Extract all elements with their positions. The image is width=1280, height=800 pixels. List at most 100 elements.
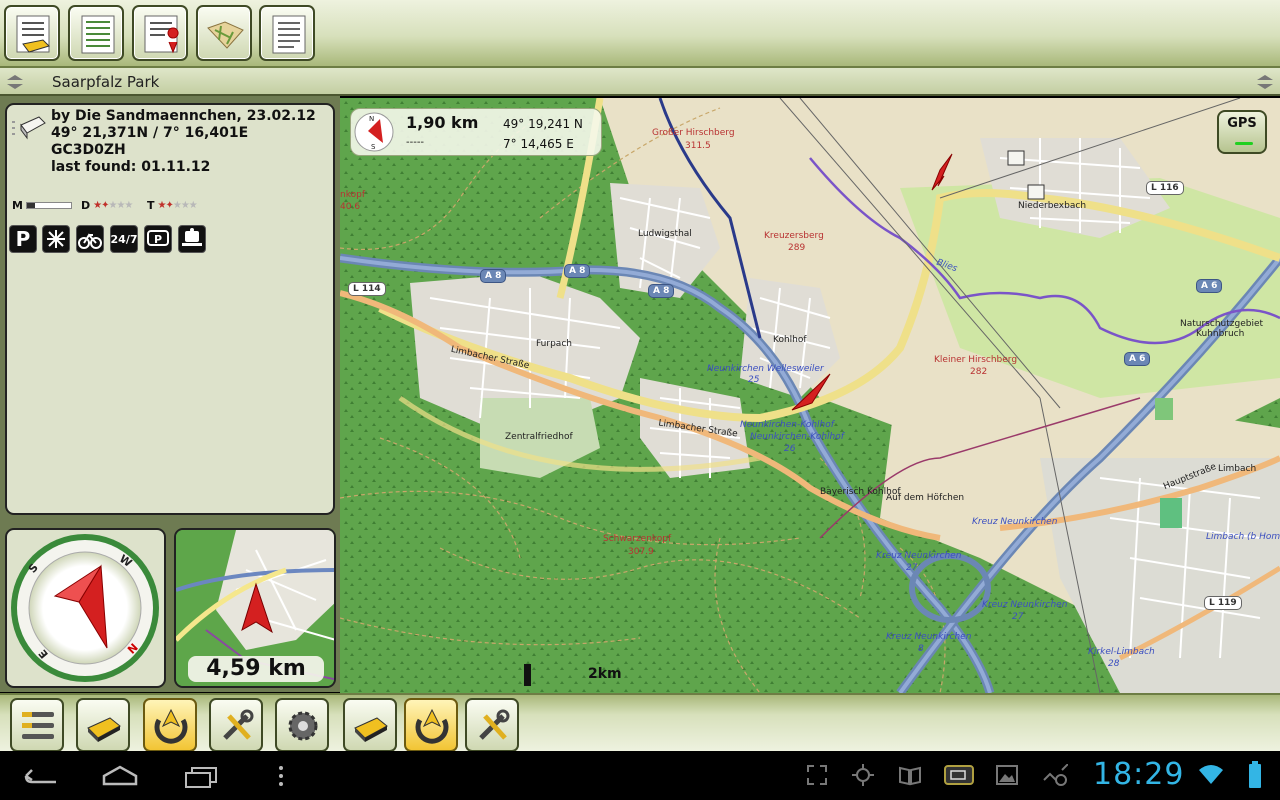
map-label: 28 — [1108, 659, 1120, 669]
map-label: Kreuz Neunkirchen — [876, 551, 962, 561]
svg-text:N: N — [369, 115, 374, 123]
gps-button[interactable]: GPS — [1217, 110, 1267, 154]
scale-label: 2km — [588, 666, 622, 682]
notes-icon — [272, 15, 306, 54]
map-label: 307.9 — [628, 547, 654, 557]
direction-compass-icon: N S — [354, 112, 394, 152]
map-label: Kirkel-Limbach — [1088, 647, 1155, 657]
map-label: 27 — [906, 563, 918, 573]
difficulty-rating: D ★✦★★★ — [81, 199, 133, 212]
gallery-icon — [996, 765, 1018, 785]
gps-status-led — [1235, 142, 1253, 145]
cache-list-detailed-icon — [81, 15, 115, 54]
cache-owner-date: by Die Sandmaennchen, 23.02.12 — [51, 108, 316, 124]
map-label: Zentralfriedhof — [505, 432, 573, 442]
map-label: Neunkirchen Wellesweiler — [707, 364, 824, 374]
expand-handle-icon[interactable] — [4, 74, 26, 90]
map-label: Großer Hirschberg — [652, 128, 735, 138]
navigate-active-icon — [154, 708, 188, 744]
cache-list-button[interactable] — [4, 5, 60, 61]
map-label: Neunkirchen-Kohlhof — [740, 420, 834, 430]
navigate-button[interactable] — [143, 698, 197, 752]
book-icon — [899, 766, 921, 786]
clock: 18:29 — [1093, 757, 1185, 792]
map-label: Kuhnbruch — [1196, 329, 1245, 339]
left-panel: by Die Sandmaennchen, 23.02.12 49° 21,37… — [0, 96, 340, 692]
road-shield: A 8 — [648, 284, 675, 298]
map-label: Limbach — [1218, 464, 1257, 474]
map-label: 27 — [1012, 612, 1024, 622]
cache-button-2[interactable] — [343, 698, 397, 752]
back-icon[interactable] — [22, 764, 60, 788]
winter-icon — [42, 225, 70, 253]
map-label: 8 — [918, 644, 924, 654]
terrain-rating: T ★✦★★★ — [147, 199, 198, 212]
map-label: 40.6 — [340, 202, 361, 212]
map-label: Kreuz Neunkirchen — [886, 632, 972, 642]
collapse-handle-icon[interactable] — [1254, 74, 1276, 90]
cache-button[interactable] — [76, 698, 130, 752]
screen-expand-icon[interactable] — [806, 764, 828, 786]
terrain-label: T — [147, 199, 155, 212]
cache-info-panel[interactable]: by Die Sandmaennchen, 23.02.12 49° 21,37… — [5, 103, 335, 515]
menu-icon — [22, 712, 54, 739]
terrain-stars: ★✦★★★ — [157, 200, 198, 211]
map-label: Schwarzenkopf — [603, 534, 672, 544]
size-label: M — [12, 199, 23, 212]
tools-icon — [223, 709, 254, 740]
cache-map-list-icon — [144, 15, 179, 54]
map-label: Kleiner Hirschberg — [934, 355, 1018, 365]
navigation-overlay[interactable]: N S 1,90 km ----- 49° 19,241 N 7° 14,465… — [350, 108, 602, 156]
difficulty-label: D — [81, 199, 91, 212]
svg-text:P: P — [154, 233, 162, 246]
minimap-panel[interactable]: 4,59 km — [174, 528, 336, 688]
home-icon[interactable] — [100, 764, 140, 788]
settings-button[interactable] — [275, 698, 329, 752]
cache-icon — [87, 717, 121, 742]
road-shield: A 8 — [564, 264, 591, 278]
minimap-distance: 4,59 km — [188, 656, 324, 682]
tools-button-2[interactable] — [465, 698, 519, 752]
cache-list-detailed-button[interactable] — [68, 5, 124, 61]
page-title: Saarpfalz Park — [52, 73, 160, 91]
cache-code: GC3D0ZH — [51, 142, 126, 158]
notes-button[interactable] — [259, 5, 315, 61]
tools-icon-2 — [479, 709, 510, 740]
map-icon — [207, 21, 244, 49]
map-label: Neunkirchen-Kohlhof — [750, 432, 844, 442]
road-shield: L 114 — [348, 282, 386, 296]
map-label: Furpach — [536, 339, 572, 349]
cache-coordinates: 49° 21,371N / 7° 16,401E — [51, 125, 249, 141]
road-shield: A 6 — [1196, 279, 1223, 293]
road-shield: L 116 — [1146, 181, 1184, 195]
difficulty-stars: ★✦★★★ — [93, 200, 133, 211]
title-bar: Saarpfalz Park — [0, 68, 1280, 96]
navigate-button-2[interactable] — [404, 698, 458, 752]
bicycle-icon — [76, 225, 104, 253]
bottom-toolbar — [0, 693, 1280, 752]
compass-panel: S W E N — [5, 528, 166, 688]
map-button[interactable] — [196, 5, 252, 61]
cache-map-list-button[interactable] — [132, 5, 188, 61]
compass-icon: S W E N — [11, 534, 159, 682]
gps-longitude: 7° 14,465 E — [503, 137, 574, 151]
map-label: Naturschutzgebiet — [1180, 319, 1264, 329]
wifi-tethering-icon — [1043, 764, 1068, 786]
traditional-cache-icon — [12, 116, 46, 140]
map-label: Kreuzersberg — [764, 231, 824, 241]
map-label: 26 — [784, 444, 796, 454]
map-label: nkopf — [340, 190, 365, 200]
menu-button[interactable] — [10, 698, 64, 752]
recent-apps-icon[interactable] — [182, 764, 220, 788]
map-view[interactable]: Großer Hirschberg 311.5 Kreuzersberg 289… — [340, 98, 1280, 693]
svg-text:S: S — [371, 143, 376, 151]
top-toolbar — [0, 0, 1280, 68]
scale-bar — [524, 664, 531, 686]
tools-button[interactable] — [209, 698, 263, 752]
public-transport-icon — [178, 225, 206, 253]
battery-icon — [1249, 761, 1261, 788]
map-label: Auf dem Höfchen — [886, 493, 965, 503]
map-label: 25 — [748, 375, 760, 385]
overflow-menu-icon[interactable] — [276, 764, 286, 788]
gps-icon — [852, 764, 874, 786]
